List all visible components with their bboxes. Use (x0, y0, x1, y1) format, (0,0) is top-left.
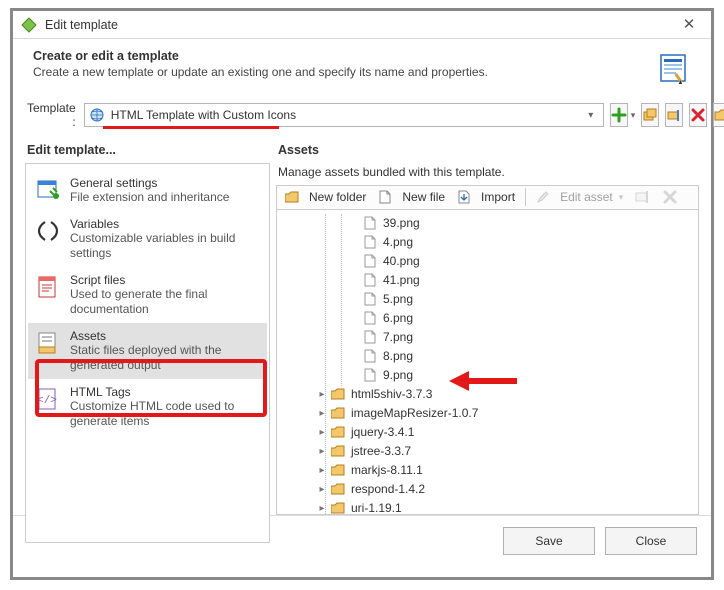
globe-icon (89, 107, 105, 123)
duplicate-template-button[interactable] (641, 103, 659, 127)
chevron-down-icon: ▾ (583, 110, 599, 121)
nav-item-icon (34, 217, 62, 245)
tree-folder[interactable]: ▸ uri-1.19.1 (277, 499, 694, 515)
new-template-button[interactable] (610, 103, 628, 127)
import-button[interactable]: Import (453, 188, 519, 206)
assets-toolbar: New folder New file Import Edit asset ▾ (276, 185, 699, 209)
tree-folder-name: imageMapResizer-1.0.7 (351, 406, 478, 420)
new-file-button[interactable]: New file (374, 188, 449, 206)
tree-folder-name: html5shiv-3.7.3 (351, 387, 432, 401)
nav-item-desc: Customize HTML code used to generate ite… (70, 399, 261, 429)
template-selected-text: HTML Template with Custom Icons (111, 108, 583, 122)
left-nav-list: General settingsFile extension and inher… (25, 163, 270, 543)
tree-file[interactable]: 41.png (277, 271, 694, 290)
nav-item-title: Assets (70, 329, 261, 343)
tree-file[interactable]: 4.png (277, 233, 694, 252)
expand-icon[interactable]: ▸ (315, 427, 329, 438)
tree-folder[interactable]: ▸ imageMapResizer-1.0.7 (277, 404, 694, 423)
app-icon (21, 17, 37, 33)
nav-item-icon (34, 273, 62, 301)
nav-item-icon: </> (34, 385, 62, 413)
nav-item-title: General settings (70, 176, 229, 190)
expand-icon[interactable]: ▸ (315, 389, 329, 400)
tree-folder[interactable]: ▸ jquery-3.4.1 (277, 423, 694, 442)
new-folder-button[interactable]: New folder (281, 188, 370, 206)
tree-file-name: 5.png (383, 292, 413, 306)
delete-template-button[interactable] (689, 103, 707, 127)
tree-file-name: 6.png (383, 311, 413, 325)
dialog-header: Create or edit a template Create a new t… (13, 39, 711, 91)
tree-folder-name: markjs-8.11.1 (351, 463, 423, 477)
delete-asset-button (659, 188, 681, 206)
tree-file-name: 40.png (383, 254, 420, 268)
nav-item-assets[interactable]: AssetsStatic files deployed with the gen… (28, 323, 267, 379)
nav-item-desc: Used to generate the final documentation (70, 287, 261, 317)
dropdown-caret-icon: ▾ (631, 110, 636, 121)
edit-asset-button: Edit asset ▾ (532, 188, 627, 206)
svg-text:</>: </> (37, 395, 57, 407)
tree-file[interactable]: 9.png (277, 366, 694, 385)
nav-item-html-tags[interactable]: </> HTML TagsCustomize HTML code used to … (28, 379, 267, 435)
tree-file-name: 8.png (383, 349, 413, 363)
tree-folder[interactable]: ▸ respond-1.4.2 (277, 480, 694, 499)
edit-template-dialog: Edit template ✕ Create or edit a templat… (10, 8, 714, 580)
tree-file[interactable]: 6.png (277, 309, 694, 328)
nav-item-title: Variables (70, 217, 261, 231)
template-logo-icon (657, 49, 693, 85)
template-row: Template : HTML Template with Custom Ico… (13, 91, 711, 133)
window-title: Edit template (45, 18, 675, 32)
expand-icon[interactable]: ▸ (315, 446, 329, 457)
nav-item-desc: Customizable variables in build settings (70, 231, 261, 261)
nav-item-variables[interactable]: VariablesCustomizable variables in build… (28, 211, 267, 267)
nav-item-desc: File extension and inheritance (70, 190, 229, 205)
assets-tree[interactable]: 39.png 4.png 40.png 41.png 5.png 6.png 7.png 8.… (276, 209, 699, 515)
right-pane-title: Assets (278, 143, 699, 157)
expand-icon[interactable]: ▸ (315, 408, 329, 419)
tree-folder-name: jstree-3.3.7 (351, 444, 411, 458)
header-subtitle: Create a new template or update an exist… (33, 65, 657, 79)
header-title: Create or edit a template (33, 49, 657, 63)
nav-item-icon (34, 329, 62, 357)
titlebar: Edit template ✕ (13, 11, 711, 39)
template-label: Template : (27, 101, 78, 129)
nav-item-title: HTML Tags (70, 385, 261, 399)
nav-item-icon (34, 176, 62, 204)
tree-file[interactable]: 7.png (277, 328, 694, 347)
tree-file[interactable]: 40.png (277, 252, 694, 271)
tree-folder[interactable]: ▸ jstree-3.3.7 (277, 442, 694, 461)
tree-file-name: 7.png (383, 330, 413, 344)
tree-folder-name: jquery-3.4.1 (351, 425, 414, 439)
left-pane-title: Edit template... (27, 143, 270, 157)
nav-item-script-files[interactable]: Script filesUsed to generate the final d… (28, 267, 267, 323)
tree-folder-name: respond-1.4.2 (351, 482, 425, 496)
tree-folder[interactable]: ▸ html5shiv-3.7.3 (277, 385, 694, 404)
tree-file[interactable]: 8.png (277, 347, 694, 366)
tree-file[interactable]: 5.png (277, 290, 694, 309)
tree-file-name: 39.png (383, 216, 420, 230)
expand-icon[interactable]: ▸ (315, 484, 329, 495)
save-button[interactable]: Save (503, 527, 595, 555)
toolbar-separator (525, 188, 526, 206)
tree-file-name: 41.png (383, 273, 420, 287)
tree-folder-name: uri-1.19.1 (351, 501, 402, 515)
close-button[interactable]: Close (605, 527, 697, 555)
annotation-underline (103, 126, 279, 129)
nav-item-general-settings[interactable]: General settingsFile extension and inher… (28, 170, 267, 211)
template-select[interactable]: HTML Template with Custom Icons ▾ (84, 103, 604, 127)
tree-file-name: 4.png (383, 235, 413, 249)
close-icon[interactable]: ✕ (675, 15, 703, 35)
open-folder-button[interactable] (713, 103, 724, 127)
right-pane-subtitle: Manage assets bundled with this template… (278, 165, 699, 179)
rename-template-button[interactable] (665, 103, 683, 127)
expand-icon[interactable]: ▸ (315, 503, 329, 514)
expand-icon[interactable]: ▸ (315, 465, 329, 476)
nav-item-title: Script files (70, 273, 261, 287)
tree-folder[interactable]: ▸ markjs-8.11.1 (277, 461, 694, 480)
tree-file-name: 9.png (383, 368, 413, 382)
tree-file[interactable]: 39.png (277, 214, 694, 233)
nav-item-desc: Static files deployed with the generated… (70, 343, 261, 373)
rename-asset-button (631, 188, 655, 206)
